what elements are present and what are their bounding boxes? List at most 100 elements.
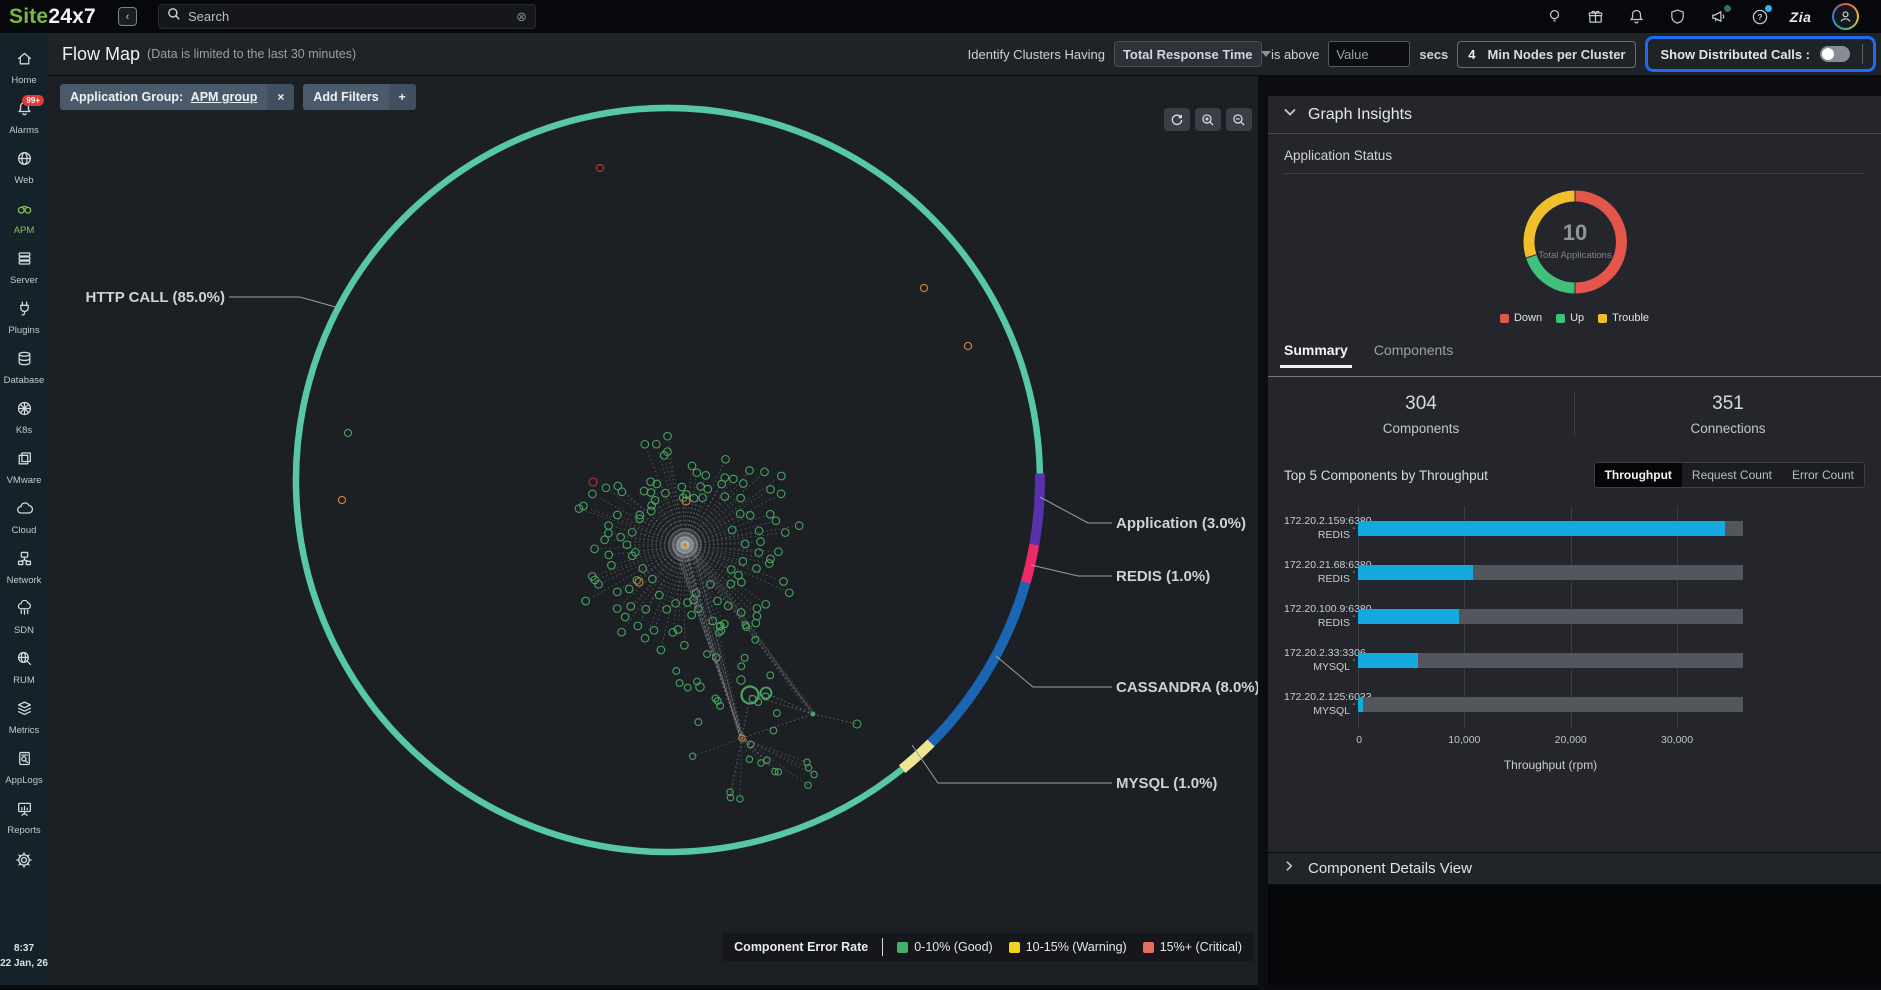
- legend-item: 0-10% (Good): [897, 940, 993, 954]
- tab-components[interactable]: Components: [1374, 342, 1453, 367]
- map-zoom-in-button[interactable]: [1195, 108, 1221, 131]
- add-filter-plus-icon[interactable]: +: [389, 84, 416, 110]
- svg-text:?: ?: [1757, 12, 1762, 22]
- ring-segment-redis[interactable]: [1026, 545, 1035, 583]
- whats-new-icon[interactable]: [1586, 7, 1605, 26]
- bar-track: [1358, 697, 1743, 712]
- bar-fill: [1358, 521, 1725, 536]
- tab-summary[interactable]: Summary: [1284, 342, 1348, 367]
- tips-icon[interactable]: [1545, 7, 1564, 26]
- help-icon[interactable]: ?: [1750, 7, 1769, 26]
- sidebar-item-alarms[interactable]: Alarms99+: [0, 93, 48, 143]
- top5-title: Top 5 Components by Throughput: [1284, 468, 1488, 483]
- sidebar-item-k8s[interactable]: K8s: [0, 393, 48, 443]
- insights-panel: Graph Insights Application Status 10Tota…: [1268, 76, 1881, 985]
- page-header: Flow Map (Data is limited to the last 30…: [48, 33, 1881, 76]
- min-nodes-control[interactable]: 4 Min Nodes per Cluster: [1457, 41, 1636, 68]
- x-axis-label: Throughput (rpm): [1358, 758, 1743, 772]
- site24x7-logo[interactable]: Site24x7: [0, 5, 115, 29]
- remove-filter-icon[interactable]: ×: [267, 84, 294, 110]
- sidebar-item-network[interactable]: Network: [0, 543, 48, 593]
- component-details-header[interactable]: Component Details View: [1268, 852, 1881, 885]
- sidebar-item-apm[interactable]: APM: [0, 193, 48, 243]
- sidebar-item-applogs[interactable]: AppLogs: [0, 743, 48, 793]
- sidebar-item-rum[interactable]: RUM: [0, 643, 48, 693]
- donut-center-label: Total Applications: [1538, 250, 1612, 261]
- add-filters-chip[interactable]: Add Filters +: [303, 84, 415, 110]
- sidebar-item-vmware[interactable]: VMware: [0, 443, 48, 493]
- legend-item: 15%+ (Critical): [1143, 940, 1242, 954]
- notifications-icon[interactable]: [1627, 7, 1646, 26]
- bar-row-redis[interactable]: 172.20.2.159:6380REDIS-: [1284, 506, 1743, 550]
- component-error-rate-legend: Component Error Rate 0-10% (Good)10-15% …: [722, 933, 1254, 961]
- application-group-value[interactable]: APM group: [191, 90, 258, 104]
- axis-tick: -: [1350, 567, 1358, 578]
- legend-title: Component Error Rate: [734, 940, 868, 954]
- announcements-icon[interactable]: [1709, 7, 1728, 26]
- page-title: Flow Map: [62, 44, 140, 65]
- bar-label: 172.20.21.68:6380REDIS: [1284, 558, 1350, 586]
- sidebar-item-metrics[interactable]: Metrics: [0, 693, 48, 743]
- bar-row-mysql[interactable]: 172.20.2.33:3306MYSQL-: [1284, 638, 1743, 682]
- user-avatar[interactable]: [1832, 3, 1859, 30]
- top-bar: Site24x7 ‹ ⊗ ? Zia: [0, 0, 1881, 33]
- bar-fill: [1358, 697, 1363, 712]
- sidebar-item-label: Metrics: [9, 725, 40, 736]
- metric-tabs: ThroughputRequest CountError Count: [1594, 462, 1865, 488]
- cluster-metric-dropdown[interactable]: Total Response Time: [1114, 41, 1262, 67]
- bar-row-redis[interactable]: 172.20.100.9:6380REDIS-: [1284, 594, 1743, 638]
- ring-segment-mysql[interactable]: [902, 743, 931, 769]
- sidebar-nav: HomeAlarms99+WebAPMServerPlugins Database…: [0, 33, 48, 985]
- min-nodes-value[interactable]: 4: [1468, 47, 1475, 62]
- bar-row-redis[interactable]: 172.20.21.68:6380REDIS-: [1284, 550, 1743, 594]
- clear-search-icon[interactable]: ⊗: [516, 9, 527, 25]
- ring-segment-cassandra[interactable]: [931, 583, 1026, 744]
- metric-tab-error-count[interactable]: Error Count: [1782, 463, 1864, 487]
- reports-icon: [16, 800, 33, 822]
- help-dot: [1765, 5, 1772, 12]
- map-refresh-button[interactable]: [1164, 108, 1190, 131]
- ring-label: HTTP CALL (85.0%): [86, 289, 225, 306]
- settings-gear-icon[interactable]: [15, 851, 33, 874]
- sdn-icon: [16, 600, 33, 622]
- metric-tab-request-count[interactable]: Request Count: [1682, 463, 1782, 487]
- sidebar-item-server[interactable]: Server: [0, 243, 48, 293]
- flow-map-graph[interactable]: HTTP CALL (85.0%)Application (3.0%)REDIS…: [48, 76, 1258, 985]
- sidebar-item-home[interactable]: Home: [0, 43, 48, 93]
- map-zoom-out-button[interactable]: [1226, 108, 1252, 131]
- bar-track: [1358, 565, 1743, 580]
- sidebar-item-database[interactable]: Database: [0, 343, 48, 393]
- sidebar-item-reports[interactable]: Reports: [0, 793, 48, 843]
- bar-label: 172.20.2.33:3306MYSQL: [1284, 646, 1350, 674]
- search-box[interactable]: ⊗: [158, 4, 536, 29]
- bar-row-mysql[interactable]: 172.20.2.125:6033MYSQL-: [1284, 682, 1743, 726]
- sidebar-item-plugins[interactable]: Plugins: [0, 293, 48, 343]
- bar-label: 172.20.2.159:6380REDIS: [1284, 514, 1350, 542]
- axis-tick: -: [1350, 611, 1358, 622]
- sidebar-item-label: Network: [7, 575, 42, 586]
- sidebar-item-cloud[interactable]: Cloud: [0, 493, 48, 543]
- chevron-right-icon: [1282, 859, 1296, 878]
- metric-tab-throughput[interactable]: Throughput: [1595, 463, 1682, 487]
- flow-map-canvas[interactable]: Application Group: APM group × Add Filte…: [48, 76, 1258, 985]
- sidebar-collapse-icon[interactable]: ‹: [118, 7, 137, 26]
- threshold-value-input[interactable]: [1328, 41, 1410, 67]
- filter-chips: Application Group: APM group × Add Filte…: [60, 84, 416, 110]
- zia-assistant-icon[interactable]: Zia: [1791, 7, 1810, 26]
- application-group-chip[interactable]: Application Group: APM group ×: [60, 84, 294, 110]
- tabs-underline: [1268, 376, 1881, 377]
- database-icon: [16, 350, 33, 372]
- min-nodes-label: Min Nodes per Cluster: [1488, 47, 1626, 62]
- insights-tabs: Summary Components: [1284, 342, 1881, 367]
- trust-shield-icon[interactable]: [1668, 7, 1687, 26]
- donut-segment-up[interactable]: [1531, 257, 1574, 288]
- panel-gutter: [1258, 76, 1268, 985]
- show-distributed-calls-toggle[interactable]: [1820, 46, 1850, 62]
- sidebar-item-sdn[interactable]: SDN: [0, 593, 48, 643]
- search-input[interactable]: [188, 9, 509, 24]
- sidebar-item-label: Database: [4, 375, 45, 386]
- graph-insights-header[interactable]: Graph Insights: [1268, 96, 1881, 134]
- ring-segment-application[interactable]: [1034, 474, 1040, 545]
- page-subtitle: (Data is limited to the last 30 minutes): [147, 47, 356, 61]
- sidebar-item-web[interactable]: Web: [0, 143, 48, 193]
